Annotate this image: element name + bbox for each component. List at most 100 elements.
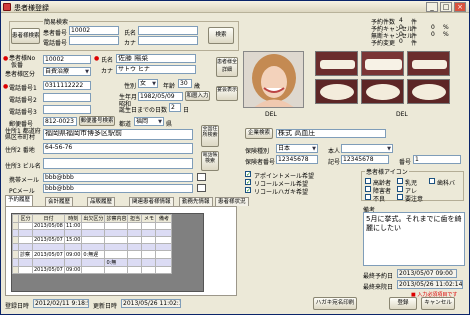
insurance-type-select[interactable]: 日本 — [276, 144, 318, 153]
name-input[interactable]: 佐藤 陽菜 — [116, 54, 196, 63]
search-kana-input[interactable] — [138, 36, 198, 45]
phone2-input[interactable] — [43, 93, 91, 102]
teeth-photo-lower-front[interactable] — [361, 79, 404, 104]
postal-input[interactable]: 812-0023 — [43, 117, 77, 126]
tab-workplace[interactable]: 勤務先情報 — [179, 197, 213, 206]
cell-time — [63, 243, 83, 251]
insurance-no-input[interactable]: 1 — [413, 155, 461, 164]
tab-accounting-history[interactable]: 会計履歴 — [45, 197, 74, 206]
icon-dental-checkbox[interactable] — [429, 178, 435, 184]
appoint-mail-checkbox[interactable]: ✓ — [245, 171, 251, 178]
nationwide-address-button[interactable]: 全国住所検索 — [201, 125, 219, 147]
cell-date: 2013/05/07 — [32, 236, 65, 244]
cell-staff — [127, 229, 143, 237]
patient-detail-button[interactable]: 患者様全詳細 — [216, 57, 238, 77]
table-row[interactable]: 2013/05/08 11:00 — [12, 222, 173, 230]
reservation-grid[interactable]: 区分 日付 時刻 出欠区分 診察内容 担当 メモ 備考 2013/05/08 1… — [11, 213, 204, 292]
icon-allergy-checkbox[interactable] — [397, 186, 403, 192]
close-button[interactable]: × — [454, 2, 466, 12]
pc-mail-input[interactable]: bbb@bbb — [43, 184, 193, 193]
tab-related-patients[interactable]: 関連患者様情報 — [129, 197, 174, 206]
teeth-photo-front[interactable] — [361, 51, 404, 76]
insurance-mark-input[interactable]: 12345678 — [341, 155, 389, 164]
sex-select[interactable]: 女 — [138, 79, 158, 88]
search-kana-label: カナ — [124, 40, 137, 47]
icon-caution-checkbox[interactable] — [397, 194, 403, 200]
maximize-button[interactable]: □ — [440, 2, 452, 12]
teeth-photo-lower-right[interactable] — [407, 79, 450, 104]
teeth-photo-lower-left[interactable] — [315, 79, 358, 104]
cell-staff — [127, 250, 143, 259]
insurance-no-label: 番号 — [399, 159, 412, 166]
postal-search-button[interactable]: 郵便番号検索 — [79, 116, 115, 126]
cell-memo — [141, 250, 157, 259]
address3-input[interactable] — [43, 158, 193, 169]
cell-memo — [141, 258, 157, 267]
mobile-mail-input[interactable]: bbb@bbb — [43, 173, 193, 182]
phone1-input[interactable]: 0311112222 — [43, 81, 91, 90]
patient-no-input[interactable]: 10002 — [43, 55, 91, 64]
cancel-pct-value: 0 — [431, 24, 435, 31]
table-row[interactable] — [12, 229, 173, 237]
icon-bad-checkbox[interactable] — [365, 194, 371, 200]
cell-time: 15:00 — [63, 236, 83, 244]
tab-product-history[interactable]: 品販履歴 — [87, 197, 116, 206]
patient-category-select[interactable]: 自費治療 — [43, 67, 91, 76]
table-row[interactable]: 診察 2013/05/07 09:00 0:無遅 — [12, 250, 173, 259]
column-header[interactable]: 時刻 — [63, 214, 83, 223]
address1-input[interactable]: 福岡県福岡市博多区駅前 — [43, 129, 193, 140]
search-button[interactable]: 検索 — [208, 27, 234, 44]
search-patient-no-input[interactable]: 10002 — [69, 26, 119, 35]
search-name-input[interactable] — [138, 26, 198, 35]
column-header[interactable]: 日付 — [32, 214, 65, 223]
minimize-button[interactable]: _ — [426, 2, 438, 12]
insured-type-select[interactable] — [341, 144, 393, 153]
column-header[interactable]: 備考 — [155, 214, 173, 223]
tab-patient-status[interactable]: 患者様状況 — [215, 197, 249, 206]
phone3-input[interactable] — [43, 105, 91, 114]
company-input[interactable]: 株式 高血圧 — [276, 129, 386, 138]
cell-time: 09:00 — [63, 250, 83, 259]
column-header[interactable]: メモ — [141, 214, 157, 223]
age-input[interactable]: 30 — [178, 79, 192, 88]
table-row[interactable] — [12, 243, 173, 251]
column-header[interactable]: 診察内容 — [104, 214, 129, 223]
search-phone-input[interactable] — [69, 36, 119, 45]
teeth-del-label[interactable]: DEL — [396, 111, 408, 118]
photo-del-label[interactable]: DEL — [265, 111, 277, 118]
column-header[interactable]: 区分 — [18, 214, 33, 223]
last-visit-label: 最終来院日 — [363, 284, 394, 291]
recall-postcard-checkbox[interactable]: ✓ — [245, 187, 251, 194]
pref-select[interactable]: 福岡 — [134, 117, 164, 126]
company-search-button[interactable]: 企業検索 — [245, 128, 273, 139]
teeth-photo-upper-left[interactable] — [315, 51, 358, 76]
special-display-button[interactable]: 宴会表示 — [216, 86, 238, 101]
birthdate-input[interactable]: 1982/05/09 — [138, 92, 183, 101]
mobile-mail-label: 携帯メール — [9, 177, 40, 184]
tab-reservation-history[interactable]: 予約履歴 — [5, 195, 34, 206]
table-row[interactable]: 2013/05/07 15:00 — [12, 236, 173, 244]
patient-search-button[interactable]: 患者様検索 — [11, 28, 40, 44]
era-input-button[interactable]: 和暦入力 — [185, 91, 210, 101]
kana-input[interactable]: サトウ ヒナ — [116, 65, 196, 74]
teeth-photo-upper-right[interactable] — [407, 51, 450, 76]
mail-icon[interactable] — [197, 173, 206, 181]
icon-disabled-checkbox[interactable] — [365, 186, 371, 192]
icon-infant-checkbox[interactable] — [397, 178, 403, 184]
address2-input[interactable]: 64-56-76 — [43, 143, 193, 154]
icon-elderly-checkbox[interactable] — [365, 178, 371, 184]
insurer-number-input[interactable]: 12345678 — [276, 155, 318, 164]
column-header[interactable]: 出欠区分 — [81, 214, 106, 223]
save-button[interactable]: 登録 — [389, 297, 417, 310]
cancel-button[interactable]: キャンセル — [421, 297, 455, 310]
column-header[interactable]: 担当 — [127, 214, 143, 223]
phonebook-search-button[interactable]: 電話帳検索 — [201, 151, 219, 171]
patient-photo[interactable] — [243, 51, 304, 108]
recall-mail-checkbox[interactable]: ✓ — [245, 179, 251, 186]
table-row[interactable]: 0:無 — [12, 258, 173, 267]
mail-icon[interactable] — [197, 184, 206, 192]
table-row[interactable]: 2013/05/07 09:00 — [12, 266, 173, 274]
postcard-print-button[interactable]: ハガキ宛名印刷 — [313, 297, 357, 310]
patient-portrait-image — [244, 52, 303, 107]
memo-textarea[interactable]: 5月に挙式。それまでに歯を綺麗にしたい — [363, 212, 465, 266]
